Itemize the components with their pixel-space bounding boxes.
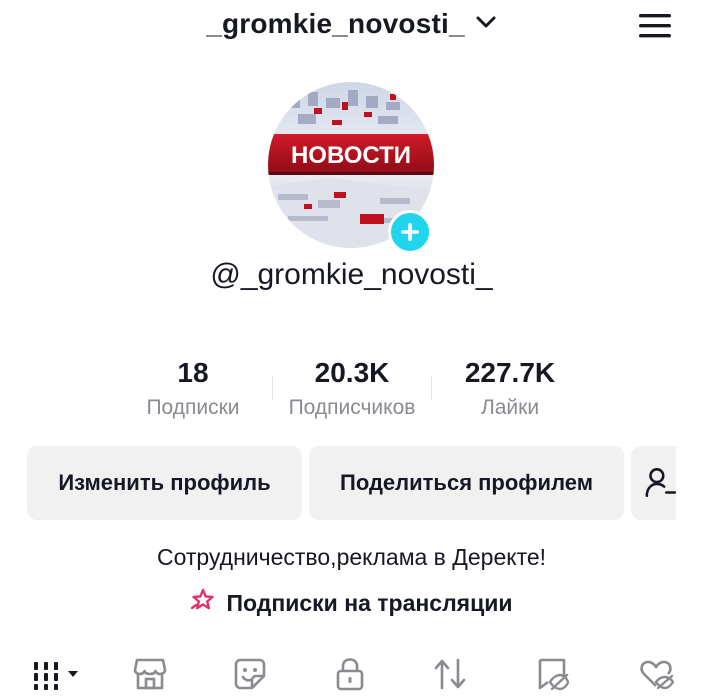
sparkle-star-icon [190, 588, 216, 618]
tab-favorites[interactable] [530, 654, 574, 694]
followers-label: Подписчиков [288, 396, 416, 419]
likes-label: Лайки [480, 396, 540, 419]
hamburger-menu-icon[interactable] [637, 10, 673, 42]
tab-liked[interactable] [634, 654, 678, 694]
tab-reposts[interactable] [428, 654, 472, 694]
add-friend-icon [645, 468, 676, 498]
account-switcher[interactable]: _gromkie_novosti_ [0, 8, 703, 40]
add-friend-button[interactable] [631, 446, 676, 520]
share-profile-button[interactable]: Поделиться профилем [309, 446, 624, 520]
tab-shop[interactable] [128, 654, 172, 694]
following-count: 18 [177, 357, 209, 388]
top-bar: _gromkie_novosti_ [0, 0, 703, 60]
videos-grid-icon [34, 662, 78, 690]
avatar-logo-text: НОВОСТИ [291, 142, 411, 169]
profile-tab-bar [0, 650, 703, 700]
likes-stat[interactable]: 227.7K Лайки [420, 356, 600, 420]
shop-icon [133, 658, 167, 690]
plus-icon [401, 223, 419, 241]
avatar-container: НОВОСТИ [268, 82, 436, 254]
live-subscriptions-label: Подписки на трансляции [226, 589, 513, 616]
profile-bio: Сотрудничество,реклама в Деректе! [156, 544, 547, 570]
following-label: Подписки [146, 396, 240, 419]
live-subscriptions-link[interactable]: Подписки на трансляции [0, 588, 703, 618]
followers-stat[interactable]: 20.3K Подписчиков [262, 356, 442, 420]
sticker-icon [234, 658, 266, 690]
followers-count: 20.3K [314, 357, 390, 388]
tab-private[interactable] [328, 654, 372, 694]
tab-videos[interactable] [30, 654, 86, 694]
liked-hidden-icon [640, 660, 674, 690]
tab-stickers[interactable] [228, 654, 272, 694]
following-stat[interactable]: 18 Подписки [103, 356, 283, 420]
profile-stats: 18 Подписки 20.3K Подписчиков 227.7K Лай… [0, 356, 703, 428]
repost-icon [434, 658, 466, 690]
profile-handle: @_gromkie_novosti_ [210, 258, 493, 291]
add-avatar-button[interactable] [388, 210, 432, 254]
favorites-icon [538, 658, 570, 691]
edit-profile-button[interactable]: Изменить профиль [27, 446, 302, 520]
lock-icon [336, 658, 364, 691]
likes-count: 227.7K [464, 357, 556, 388]
username-title: _gromkie_novosti_ [206, 8, 465, 39]
chevron-down-icon [475, 15, 497, 34]
